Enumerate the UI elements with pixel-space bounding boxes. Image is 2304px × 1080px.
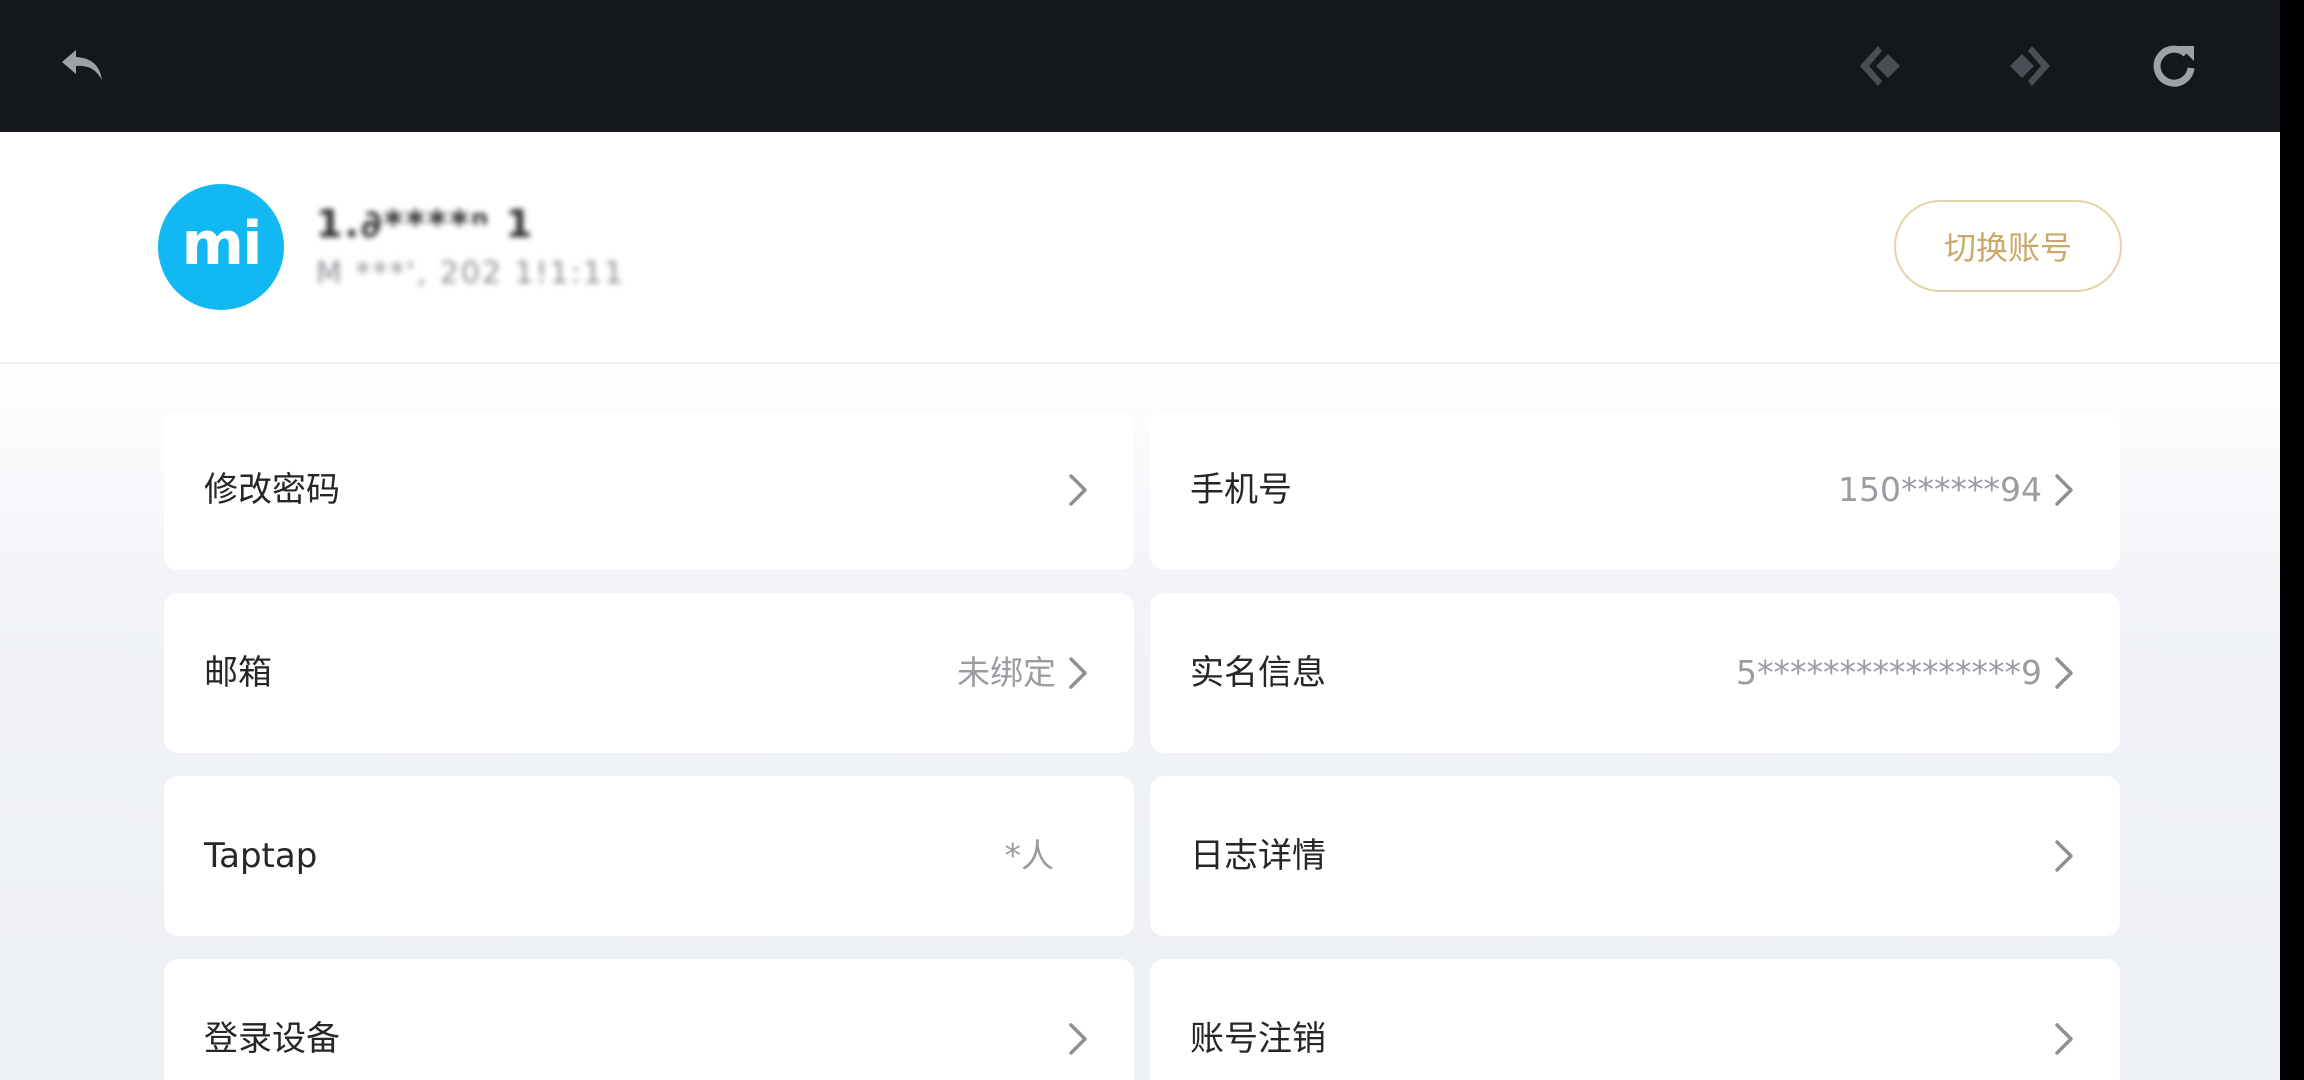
email-value: 未绑定 [957,653,1056,692]
switch-account-button[interactable]: 切换账号 [1894,200,2122,292]
chevron-right-icon [2046,838,2082,874]
top-toolbar [0,0,2280,132]
item-label: 实名信息 [1190,653,1326,693]
item-label: 邮箱 [204,653,272,693]
user-info: M ***', 202 1!1:11 [316,256,626,291]
item-label: 手机号 [1190,470,1292,510]
taptap-value: *人 [1004,836,1055,875]
account-cancel-item[interactable]: 账号注销 [1150,959,2120,1080]
login-devices-item[interactable]: 登录设备 [164,959,1134,1080]
chevron-right-icon [2046,1021,2082,1057]
email-item[interactable]: 邮箱 未绑定 [164,593,1134,753]
item-label: 账号注销 [1190,1019,1326,1059]
next-diamond-icon [2010,46,2050,86]
next-button[interactable] [1996,34,2060,98]
item-label: 日志详情 [1190,836,1326,876]
back-arrow-icon [62,50,102,80]
back-button[interactable] [50,34,114,98]
screen-edge [2280,0,2304,1080]
chevron-right-icon [1060,1021,1096,1057]
profile-header: mi 1.∂****ⁿ 1 M ***', 202 1!1:11 切换账号 [0,132,2280,364]
taptap-item[interactable]: Taptap *人 [164,776,1134,936]
item-label: 登录设备 [204,1019,340,1059]
phone-value: 150******94 [1838,470,2042,509]
chevron-right-icon [2046,655,2082,691]
real-name-item[interactable]: 实名信息 5****************9 [1150,593,2120,753]
account-page: mi 1.∂****ⁿ 1 M ***', 202 1!1:11 切换账号 修改… [0,0,2280,1080]
prev-diamond-icon [1860,46,1900,86]
chevron-right-icon [1060,472,1096,508]
log-details-item[interactable]: 日志详情 [1150,776,2120,936]
refresh-icon [2153,45,2195,87]
refresh-button[interactable] [2142,34,2206,98]
avatar: mi [158,184,284,310]
avatar-logo-text: mi [181,209,262,279]
phone-item[interactable]: 手机号 150******94 [1150,410,2120,570]
prev-button[interactable] [1850,34,1914,98]
chevron-right-icon [2046,472,2082,508]
chevron-right-icon [1060,655,1096,691]
change-password-item[interactable]: 修改密码 [164,410,1134,570]
item-label: 修改密码 [204,470,340,510]
real-name-value: 5****************9 [1736,653,2042,692]
username: 1.∂****ⁿ 1 [316,202,535,246]
item-label: Taptap [204,836,318,876]
